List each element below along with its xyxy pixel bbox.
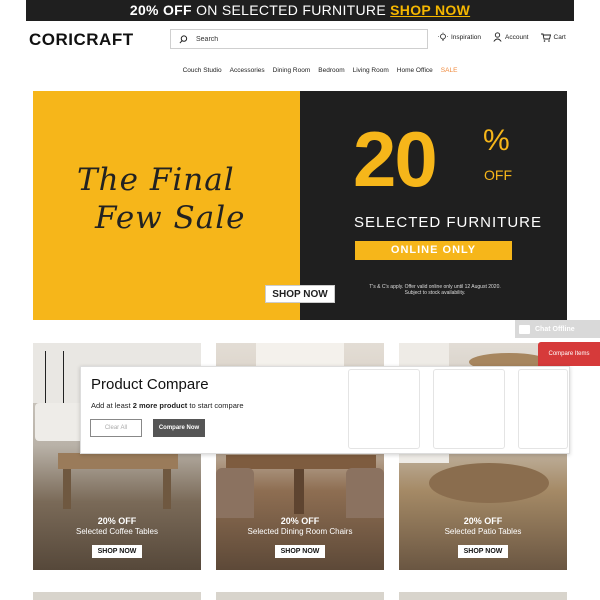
main-nav: Couch Studio Accessories Dining Room Bed… (0, 67, 600, 74)
nav-home-office[interactable]: Home Office (397, 67, 433, 74)
promo-bar: 20% OFF ON SELECTED FURNITURE SHOP NOW (26, 0, 574, 21)
inspiration-link[interactable]: Inspiration (438, 32, 481, 42)
hero-terms-line2: Subject to stock availability. (404, 290, 466, 296)
nav-couch-studio[interactable]: Couch Studio (183, 67, 222, 74)
inspiration-label: Inspiration (451, 33, 481, 41)
hero-script-title: The Final Few Sale (77, 161, 246, 237)
hero-shop-now-button[interactable]: SHOP NOW (265, 285, 335, 303)
hero-banner[interactable]: The Final Few Sale 20 % OFF SELECTED FUR… (33, 91, 567, 320)
hero-left-panel: The Final Few Sale (33, 91, 300, 320)
nav-living-room[interactable]: Living Room (353, 67, 389, 74)
compare-slot (348, 369, 420, 449)
page: 20% OFF ON SELECTED FURNITURE SHOP NOW C… (0, 0, 600, 600)
tile-pct: 20% OFF (463, 516, 503, 526)
compare-slot (433, 369, 505, 449)
compare-hint-bold: 2 more product (132, 401, 188, 410)
compare-items-tab[interactable]: Compare Items (538, 342, 600, 366)
compare-slot (518, 369, 568, 449)
clear-all-button[interactable]: Clear All (90, 419, 142, 437)
nav-sale[interactable]: SALE (441, 67, 458, 74)
account-label: Account (505, 33, 529, 41)
hero-script-line1: The Final (77, 162, 235, 198)
next-tile (399, 592, 567, 600)
search-icon (179, 34, 188, 43)
nav-accessories[interactable]: Accessories (230, 67, 265, 74)
tile-pct: 20% OFF (97, 516, 137, 526)
promo-bold: 20% OFF (129, 2, 192, 18)
nav-bedroom[interactable]: Bedroom (318, 67, 344, 74)
product-compare-panel: Product Compare Add at least 2 more prod… (80, 366, 570, 454)
lightbulb-icon (438, 32, 448, 41)
search-input[interactable] (196, 35, 416, 43)
hero-terms: T's & C's apply. Offer valid online only… (360, 284, 510, 296)
header-links: Inspiration Account Cart (438, 32, 566, 42)
tile-pct: 20% OFF (280, 516, 320, 526)
cart-icon (540, 33, 551, 42)
tile-shop-now-button[interactable]: SHOP NOW (92, 545, 142, 558)
compare-title: Product Compare (91, 376, 209, 393)
chat-icon (519, 324, 530, 334)
account-link[interactable]: Account (493, 32, 529, 42)
hero-off: OFF (484, 167, 512, 183)
hero-percent: % (483, 124, 510, 157)
hero-big-number: 20 (353, 115, 438, 203)
hero-online-only: ONLINE ONLY (355, 241, 512, 260)
tile-shop-now-button[interactable]: SHOP NOW (275, 545, 325, 558)
hero-script-line2: Few Sale (95, 200, 246, 236)
compare-hint-pre: Add at least (91, 401, 133, 410)
promo-text: ON SELECTED FURNITURE (196, 2, 386, 18)
cart-label: Cart (553, 33, 566, 41)
tile-name: Selected Dining Room Chairs (247, 527, 353, 536)
tile-name: Selected Coffee Tables (76, 527, 158, 536)
hero-right-panel: 20 % OFF SELECTED FURNITURE ONLINE ONLY … (300, 91, 567, 320)
next-tile (33, 592, 201, 600)
tile-shop-now-button[interactable]: SHOP NOW (458, 545, 508, 558)
compare-hint: Add at least 2 more product to start com… (91, 401, 244, 410)
nav-dining-room[interactable]: Dining Room (273, 67, 311, 74)
compare-hint-post: to start compare (187, 401, 244, 410)
cart-link[interactable]: Cart (540, 33, 566, 42)
tile-name: Selected Patio Tables (444, 527, 522, 536)
promo-shop-link[interactable]: SHOP NOW (390, 2, 470, 18)
chat-label: Chat Offline (535, 325, 575, 333)
logo[interactable]: CORICRAFT (29, 30, 134, 50)
search-bar[interactable] (170, 29, 428, 49)
next-tile (216, 592, 384, 600)
compare-now-button[interactable]: Compare Now (153, 419, 205, 437)
user-icon (493, 32, 502, 42)
hero-selected-furniture: SELECTED FURNITURE (354, 214, 543, 231)
chat-offline-button[interactable]: Chat Offline (515, 320, 600, 338)
